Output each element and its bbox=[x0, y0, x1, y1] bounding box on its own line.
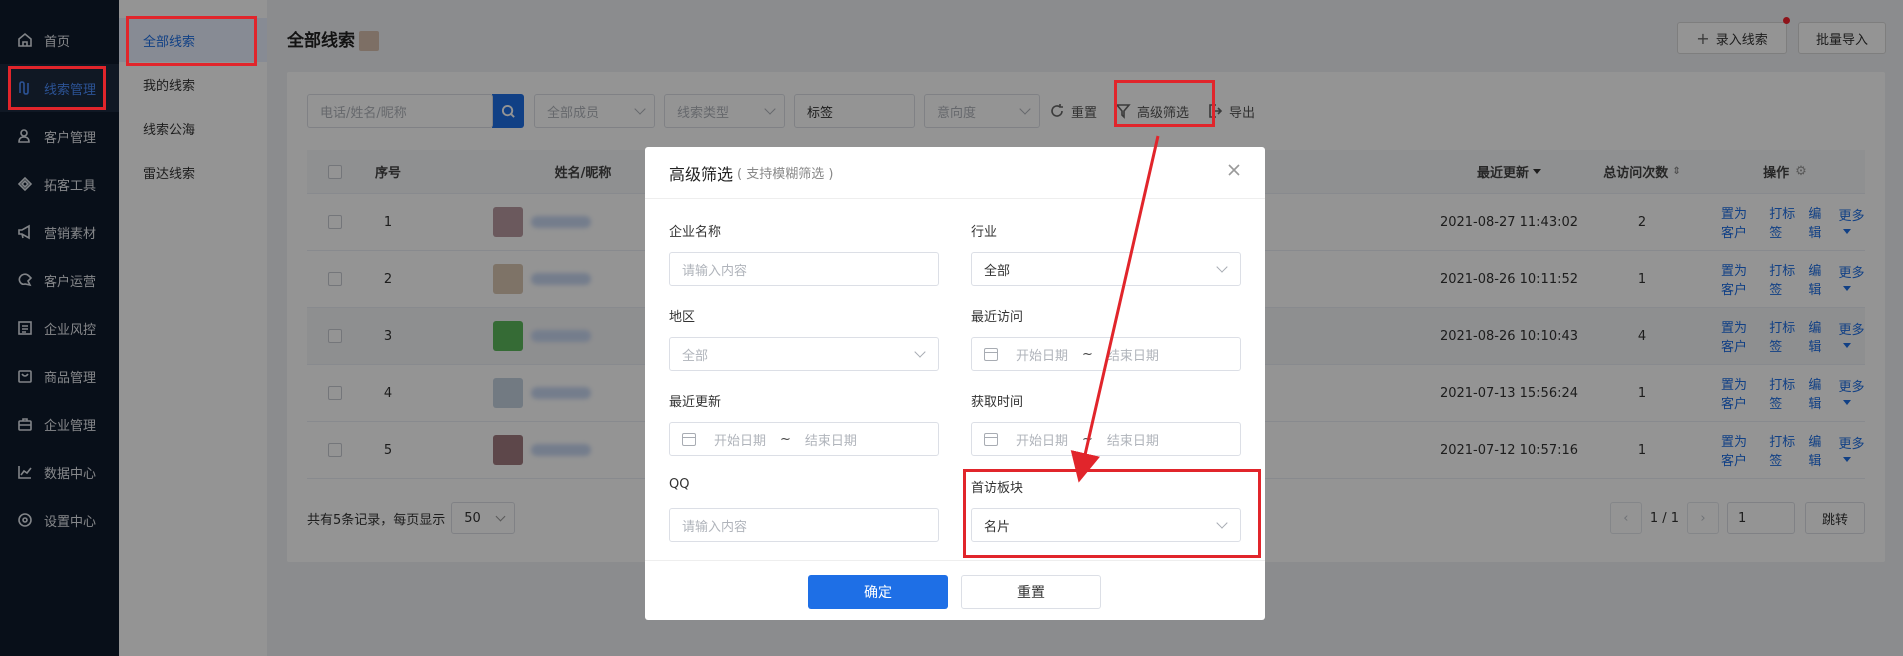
range-separator: ~ bbox=[1082, 346, 1093, 362]
end-date-input[interactable]: 结束日期 bbox=[805, 430, 857, 449]
recent-visit-label: 最近访问 bbox=[971, 310, 1024, 325]
chevron-down-icon bbox=[1216, 261, 1228, 273]
industry-label: 行业 bbox=[971, 225, 998, 240]
company-label: 企业名称 bbox=[669, 225, 722, 240]
reset-button[interactable]: 重置 bbox=[961, 575, 1101, 609]
calendar-icon bbox=[984, 432, 998, 446]
company-input[interactable]: 请输入内容 bbox=[669, 252, 939, 286]
start-date-input[interactable]: 开始日期 bbox=[1016, 430, 1068, 449]
region-select[interactable]: 全部 bbox=[669, 337, 939, 371]
recent-update-range[interactable]: 开始日期 ~ 结束日期 bbox=[669, 422, 939, 456]
acquire-time-label: 获取时间 bbox=[971, 395, 1024, 410]
dialog-title: 高级筛选 bbox=[669, 164, 734, 184]
dialog-header: 高级筛选 ( 支持模糊筛选 ) bbox=[645, 147, 1265, 199]
dialog-subtitle: ( 支持模糊筛选 ) bbox=[737, 167, 834, 182]
acquire-time-range[interactable]: 开始日期 ~ 结束日期 bbox=[971, 422, 1241, 456]
region-label: 地区 bbox=[669, 310, 696, 325]
annotation-box-subnav bbox=[126, 16, 257, 66]
recent-visit-range[interactable]: 开始日期 ~ 结束日期 bbox=[971, 337, 1241, 371]
industry-value: 全部 bbox=[984, 263, 1011, 279]
dialog-footer: 确定 重置 bbox=[645, 560, 1265, 620]
start-date-input[interactable]: 开始日期 bbox=[714, 430, 766, 449]
end-date-input[interactable]: 结束日期 bbox=[1107, 345, 1159, 364]
chevron-down-icon bbox=[914, 346, 926, 358]
industry-select[interactable]: 全部 bbox=[971, 252, 1241, 286]
qq-label: QQ bbox=[669, 477, 690, 492]
close-icon[interactable] bbox=[1227, 163, 1243, 179]
start-date-input[interactable]: 开始日期 bbox=[1016, 345, 1068, 364]
recent-update-label: 最近更新 bbox=[669, 395, 722, 410]
calendar-icon bbox=[984, 347, 998, 361]
annotation-box-first-visit bbox=[963, 469, 1261, 558]
range-separator: ~ bbox=[1082, 431, 1093, 447]
annotation-box-advanced-filter bbox=[1114, 80, 1215, 127]
qq-input[interactable]: 请输入内容 bbox=[669, 508, 939, 542]
range-separator: ~ bbox=[780, 431, 791, 447]
end-date-input[interactable]: 结束日期 bbox=[1107, 430, 1159, 449]
confirm-button[interactable]: 确定 bbox=[808, 575, 948, 609]
annotation-box-nav bbox=[8, 66, 106, 110]
calendar-icon bbox=[682, 432, 696, 446]
region-value: 全部 bbox=[682, 348, 709, 364]
